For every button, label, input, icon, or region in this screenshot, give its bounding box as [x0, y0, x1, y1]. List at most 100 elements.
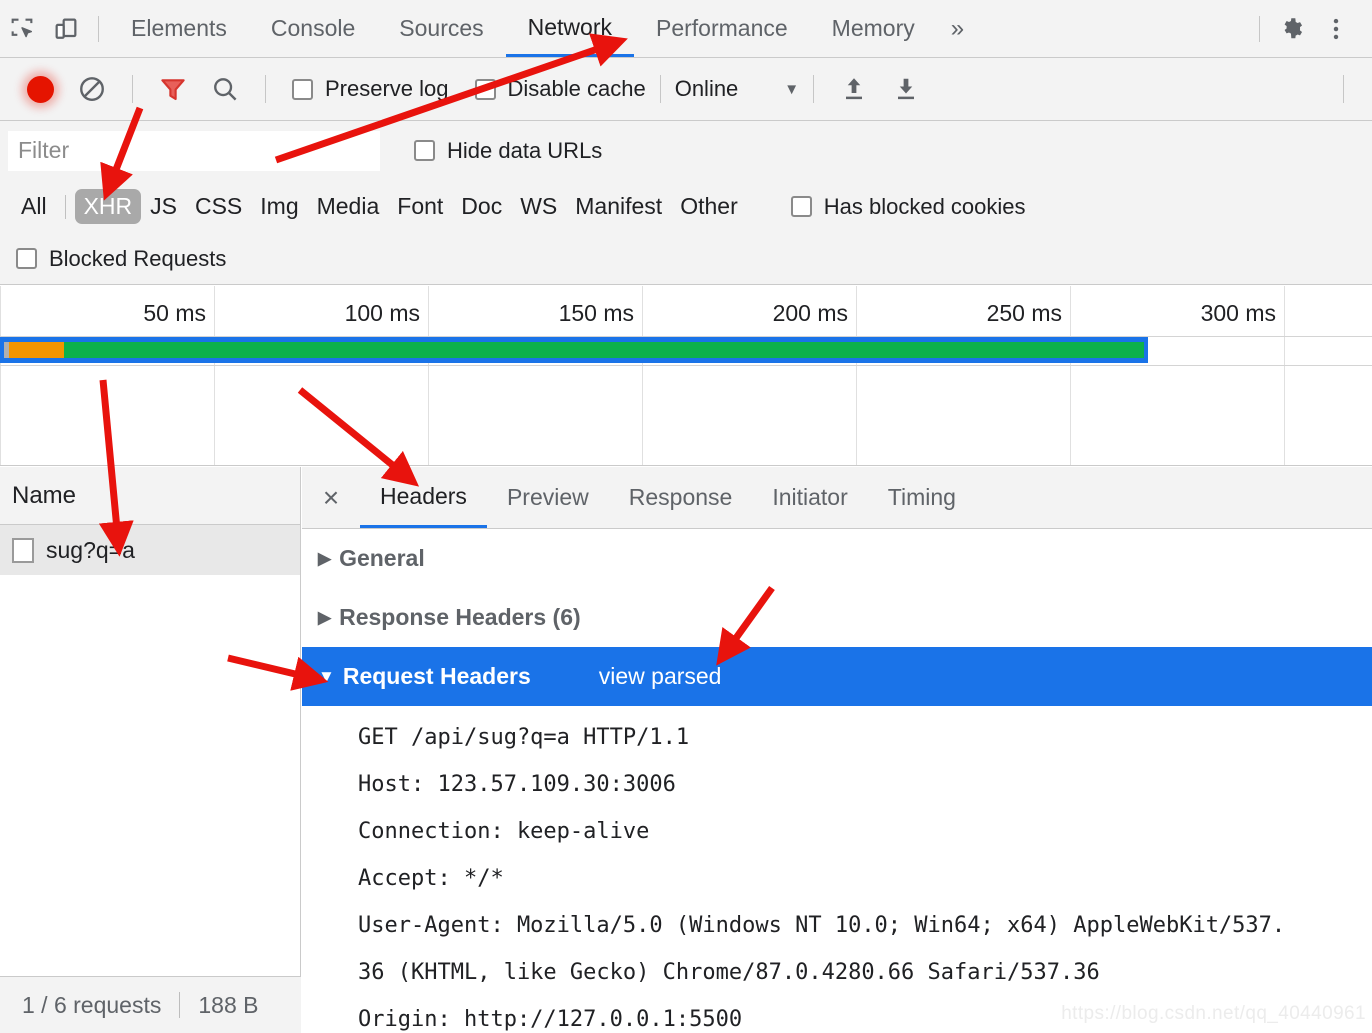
type-filter-js[interactable]: JS [141, 189, 186, 224]
tab-console[interactable]: Console [249, 0, 377, 57]
timeline-gridline [1284, 286, 1285, 465]
disable-cache-label: Disable cache [507, 76, 646, 101]
checkbox-box [414, 140, 435, 161]
tab-performance[interactable]: Performance [634, 0, 810, 57]
section-request-headers[interactable]: ▼ Request Headers view parsed [302, 647, 1372, 706]
blocked-requests-row: Blocked Requests [0, 233, 1372, 285]
timeline-tick-label: 100 ms [344, 300, 420, 326]
status-divider [179, 992, 181, 1018]
checkbox-box [474, 78, 496, 100]
detail-tabbar: × Headers Preview Response Initiator Tim… [302, 467, 1372, 529]
filter-input[interactable] [8, 130, 380, 171]
timeline-separator-lower [0, 365, 1372, 366]
checkbox-box [790, 196, 812, 217]
timeline-tick-label: 200 ms [772, 300, 848, 326]
raw-request-headers-text: GET /api/sug?q=a HTTP/1.1 Host: 123.57.1… [358, 725, 1286, 1032]
record-button[interactable] [14, 65, 66, 113]
export-har-icon[interactable] [880, 65, 932, 113]
timeline-gridline [856, 286, 857, 465]
timeline-gridline [1070, 286, 1071, 465]
overview-request-bar [0, 337, 1148, 363]
chevron-right-icon: ▶ [318, 548, 332, 568]
type-filter-all[interactable]: All [12, 189, 56, 224]
devtools-tabbar: Elements Console Sources Network Perform… [0, 0, 1372, 58]
tab-memory[interactable]: Memory [810, 0, 937, 57]
type-filter-font[interactable]: Font [388, 189, 452, 224]
section-request-headers-label: Request Headers [342, 663, 531, 689]
type-filter-css[interactable]: CSS [186, 189, 251, 224]
request-detail-panel: × Headers Preview Response Initiator Tim… [302, 467, 1372, 1033]
chevron-down-icon: ▼ [318, 666, 335, 686]
type-filter-other[interactable]: Other [671, 189, 747, 224]
request-row-sug[interactable]: sug?q=a [0, 525, 300, 575]
type-filter-ws[interactable]: WS [511, 189, 566, 224]
record-dot-icon [26, 75, 54, 103]
section-response-headers-label: Response Headers (6) [339, 604, 581, 630]
timeline-gridline [214, 286, 215, 465]
devtools-window: Elements Console Sources Network Perform… [0, 0, 1372, 1033]
chevron-down-icon: ▼ [784, 80, 800, 98]
request-name-label: sug?q=a [46, 536, 135, 563]
watermark-text: https://blog.csdn.net/qq_40440961 [1061, 1003, 1366, 1024]
kebab-menu-icon[interactable] [1314, 7, 1358, 51]
timeline-gridline [428, 286, 429, 465]
more-tabs-chevron-icon[interactable]: » [937, 7, 978, 51]
bar-segment-stalled [9, 342, 64, 358]
toolbar-divider-2 [265, 75, 266, 103]
timeline-tick-label: 250 ms [986, 300, 1062, 326]
toolbar-divider-3 [659, 75, 661, 103]
import-har-icon[interactable] [828, 65, 880, 113]
type-filter-media[interactable]: Media [308, 189, 389, 224]
type-filter-doc[interactable]: Doc [452, 189, 511, 224]
checkbox-box [292, 78, 313, 100]
overview-bar-segments [4, 342, 1144, 358]
network-overview-timeline[interactable]: 50 ms 100 ms 150 ms 200 ms 250 ms 300 ms [0, 286, 1372, 466]
chevron-right-icon: ▶ [318, 607, 332, 627]
hide-data-urls-label: Hide data URLs [447, 137, 603, 163]
view-parsed-link[interactable]: view parsed [599, 663, 722, 690]
preserve-log-checkbox[interactable]: Preserve log [292, 76, 449, 102]
filter-funnel-button[interactable] [147, 65, 199, 113]
toolbar-divider-5 [1343, 75, 1344, 103]
detail-tab-headers[interactable]: Headers [360, 467, 487, 528]
section-response-headers[interactable]: ▶ Response Headers (6) [302, 588, 1372, 647]
type-filter-xhr[interactable]: XHR [74, 189, 142, 224]
has-blocked-cookies-label: Has blocked cookies [823, 193, 1026, 219]
tab-sources[interactable]: Sources [377, 0, 505, 57]
tab-elements[interactable]: Elements [109, 0, 249, 57]
section-general-label: General [339, 545, 425, 571]
timeline-gridline [0, 286, 1, 465]
resource-type-filters: All XHR JS CSS Img Media Font Doc WS Man… [0, 180, 1372, 233]
detail-tab-response[interactable]: Response [609, 467, 753, 528]
bar-segment-waiting [64, 342, 1144, 358]
timeline-gridline [642, 286, 643, 465]
timeline-tick-label: 300 ms [1200, 300, 1276, 326]
timeline-tick-label: 50 ms [143, 300, 206, 326]
blocked-requests-checkbox[interactable]: Blocked Requests [16, 246, 226, 272]
type-filter-manifest[interactable]: Manifest [566, 189, 671, 224]
toolbar-right-spacer [1329, 75, 1372, 103]
close-icon[interactable]: × [302, 467, 360, 528]
tab-network[interactable]: Network [505, 0, 634, 57]
network-status-bar: 1 / 6 requests 188 B [0, 976, 301, 1033]
column-header-name: Name [12, 481, 77, 509]
detail-tab-initiator[interactable]: Initiator [752, 467, 867, 528]
clear-button[interactable] [66, 65, 118, 113]
hide-data-urls-checkbox[interactable]: Hide data URLs [414, 138, 602, 164]
search-button[interactable] [199, 65, 251, 113]
disable-cache-checkbox[interactable]: Disable cache [474, 76, 646, 102]
tabbar-divider-right [1259, 15, 1260, 42]
gear-icon[interactable] [1270, 7, 1314, 51]
section-general[interactable]: ▶ General [302, 529, 1372, 588]
detail-tab-preview[interactable]: Preview [487, 467, 609, 528]
toolbar-divider-1 [132, 75, 133, 103]
device-toolbar-icon[interactable] [44, 7, 88, 51]
blocked-requests-label: Blocked Requests [49, 245, 227, 271]
inspect-element-icon[interactable] [0, 7, 44, 51]
detail-tab-timing[interactable]: Timing [868, 467, 976, 528]
has-blocked-cookies-checkbox[interactable]: Has blocked cookies [790, 193, 1026, 220]
throttling-dropdown[interactable]: Online ▼ [675, 76, 799, 102]
type-filter-img[interactable]: Img [251, 189, 307, 224]
requests-count-label: 1 / 6 requests [22, 991, 162, 1018]
document-icon [12, 537, 34, 563]
